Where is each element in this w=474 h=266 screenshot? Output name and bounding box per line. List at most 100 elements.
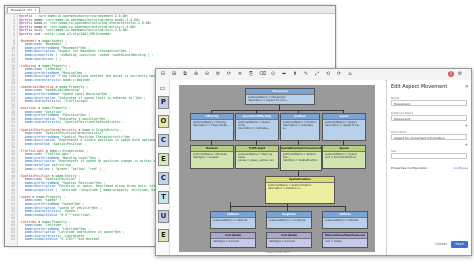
code-token: "9.1781"^^xsd:decimal . bbox=[59, 237, 104, 242]
app-footer: Aspect Model Editor bbox=[266, 251, 290, 254]
toolbar-icon[interactable]: ⊞ bbox=[171, 71, 177, 77]
characteristic-node[interactable]: MetresAboveMeanSeaLevel unit = metre bbox=[322, 232, 368, 248]
editor-tab[interactable]: Movement.ttl ⨯ bbox=[7, 7, 41, 13]
code-token: :SpatialPosition . bbox=[51, 141, 87, 146]
characteristic-node[interactable]: Coordinate dataType = decimal bbox=[210, 232, 256, 248]
characteristic-node[interactable]: Boolean preferredName = Boolean dataType … bbox=[190, 145, 234, 169]
folder-icon[interactable]: ▭ bbox=[158, 83, 167, 94]
code-token: bamm:operations bbox=[19, 56, 54, 61]
description-field[interactable]: Aspect for movement information bbox=[391, 134, 467, 140]
code-token: ( ) . bbox=[55, 56, 66, 61]
diagram-canvas[interactable]: Movement preferredName = Movement descrip… bbox=[170, 80, 385, 255]
node-attr: dataType = boolean bbox=[193, 156, 219, 159]
characteristic-node[interactable]: Coordinate dataType = decimal bbox=[266, 232, 312, 248]
entity-node[interactable]: SpatialPosition preferredName = Spatial … bbox=[265, 176, 335, 204]
name-field[interactable]: Movement bbox=[391, 100, 467, 106]
editor-tab-bar: Movement.ttl ⨯ bbox=[5, 6, 335, 14]
node-attr: description = Flag indicati... bbox=[193, 124, 230, 127]
toolbar-icon[interactable]: ⤢ bbox=[314, 71, 320, 77]
palette-item[interactable]: E bbox=[158, 229, 169, 242]
toolbar-icon[interactable]: ⟲ bbox=[325, 71, 331, 77]
code-token: ( "green" "yellow" "red" ) . bbox=[51, 166, 106, 171]
code-token: bamm:exampleValue bbox=[19, 237, 58, 242]
see-field[interactable] bbox=[391, 153, 467, 159]
toolbar-icon[interactable]: ⬌ bbox=[281, 71, 287, 77]
node-attr: unit = metre bbox=[325, 240, 342, 243]
code-token: bamm-c:values bbox=[19, 166, 50, 171]
close-icon[interactable]: ✕ bbox=[465, 84, 469, 90]
configure-link[interactable]: Configure bbox=[453, 166, 468, 170]
aspect-model-editor-window: ⊟ ⊞ ⧉ ⊕ ⊖ ⚙ ⟳ ≡ ⎘ ⌫ ⊙ ⬌ ⬍ ✎ ⤢ ⟲ ⟳ ⌂ 2 ⚙ ▭ P O C E C T U E Movement … bbox=[155, 68, 472, 256]
palette-item[interactable]: C bbox=[158, 172, 169, 185]
toolbar-icon[interactable]: ⚙ bbox=[215, 71, 221, 77]
add-icon[interactable]: + bbox=[465, 142, 468, 147]
code-token: bamm:characteristic bbox=[19, 120, 62, 125]
properties-configuration-label: Properties Configuration bbox=[391, 166, 428, 170]
toolbar-icon[interactable]: ⌫ bbox=[259, 71, 266, 77]
line-number: 64 bbox=[11, 237, 15, 242]
code-token: bamm-c:Boolean . bbox=[63, 77, 94, 82]
property-node[interactable]: position preferredName = Position descrip… bbox=[280, 113, 320, 141]
code-token: "0.5"^^xsd:float . bbox=[59, 212, 94, 217]
palette-item[interactable]: C bbox=[158, 134, 169, 147]
characteristic-node[interactable]: Speed preferredName = Speed unit = kilome… bbox=[322, 145, 366, 169]
code-token: bamm:characteristic bbox=[19, 77, 62, 82]
property-node[interactable]: latitude preferredName = Latitude bbox=[210, 211, 256, 229]
code-token: ( :isMoving :position :speed :speedLimit… bbox=[55, 53, 154, 58]
code-token: bamm:characteristic bbox=[19, 99, 62, 104]
notification-badge[interactable]: 2 bbox=[448, 71, 454, 77]
toolbar-icon[interactable]: ⎘ bbox=[248, 71, 254, 77]
property-node[interactable]: longitude preferredName = Longitude bbox=[266, 211, 312, 229]
code-token: xsd: bbox=[32, 31, 44, 36]
code-token: <http://www.w3.org/2001/XMLSchema#> . bbox=[43, 31, 115, 36]
palette-item[interactable]: P bbox=[158, 96, 169, 109]
cancel-button[interactable]: Cancel bbox=[433, 241, 449, 248]
property-node[interactable]: isMoving preferredName = Moving descripti… bbox=[190, 113, 234, 141]
node-attr: preferredName = Latitude bbox=[213, 219, 248, 222]
node-attr: dataType = SpatialPosition bbox=[283, 159, 318, 162]
code-token: @prefix bbox=[19, 31, 33, 36]
element-palette: ▭ P O C E C T U E bbox=[156, 80, 170, 255]
toolbar-icon[interactable]: ⬍ bbox=[292, 71, 298, 77]
toolbar-icon[interactable]: ≡ bbox=[237, 71, 243, 77]
property-node[interactable]: speedLimitWarning preferredName = Speed … bbox=[235, 113, 279, 141]
property-node[interactable]: speed preferredName = Speed description =… bbox=[322, 113, 366, 141]
code-token: :TrafficLight . bbox=[63, 99, 92, 104]
code-token: bamm:dataType bbox=[19, 141, 50, 146]
toolbar-icon[interactable]: ⧉ bbox=[182, 71, 188, 77]
node-attr: preferredName = Longitude bbox=[269, 219, 306, 222]
code-token: bamm:properties bbox=[19, 187, 54, 192]
node-attr: description = Aspect for mov... bbox=[248, 99, 289, 102]
toolbar-icon[interactable]: ⌂ bbox=[347, 71, 353, 77]
palette-item[interactable]: O bbox=[158, 115, 169, 128]
toolbar-icon[interactable]: ⊟ bbox=[160, 71, 166, 77]
toolbar-icon[interactable]: ✎ bbox=[303, 71, 309, 77]
palette-item[interactable]: E bbox=[158, 153, 169, 166]
toolbar-icon[interactable]: ⊕ bbox=[193, 71, 199, 77]
toolbar-icon[interactable]: ⟳ bbox=[226, 71, 232, 77]
settings-icon[interactable]: ⚙ bbox=[457, 71, 463, 77]
toolbar-icon[interactable]: ⊖ bbox=[204, 71, 210, 77]
characteristic-node[interactable]: TrafficLight preferredName = Warning Lev… bbox=[235, 145, 279, 169]
code-token: bamm:exampleValue bbox=[19, 212, 58, 217]
palette-item[interactable]: U bbox=[158, 210, 169, 223]
panel-title: Edit Aspect Movement bbox=[391, 84, 448, 90]
palette-item[interactable]: T bbox=[158, 191, 169, 204]
property-node[interactable]: altitude preferredName = Altitude bbox=[322, 211, 368, 229]
toolbar-icon[interactable]: ⊙ bbox=[270, 71, 276, 77]
edit-panel: Edit Aspect Movement ✕ Name Movement Pre… bbox=[386, 80, 471, 255]
preferred-name-field[interactable]: Movement bbox=[391, 115, 467, 121]
node-attr: dataType = decimal bbox=[269, 240, 295, 243]
toolbar-icon[interactable]: ⟳ bbox=[336, 71, 342, 77]
code-token: :SpatialPositionCharacteristic . bbox=[63, 120, 125, 125]
characteristic-node[interactable]: SpatialPositionCharacteristic preferredN… bbox=[280, 145, 322, 171]
add-icon[interactable]: + bbox=[465, 123, 468, 128]
node-attr: unit = kilometrePerHour bbox=[325, 156, 357, 159]
node-attr: description = Indicates a... bbox=[283, 124, 313, 130]
save-button[interactable]: Save bbox=[451, 241, 468, 248]
node-attr: description = Indicates... bbox=[238, 127, 271, 130]
node-attr: description = Position in... bbox=[268, 187, 303, 190]
aspect-node[interactable]: Movement preferredName = Movement descrip… bbox=[245, 88, 315, 105]
node-attr: dataType = decimal bbox=[213, 240, 239, 243]
node-attr: description = speed of ve... bbox=[325, 124, 361, 127]
